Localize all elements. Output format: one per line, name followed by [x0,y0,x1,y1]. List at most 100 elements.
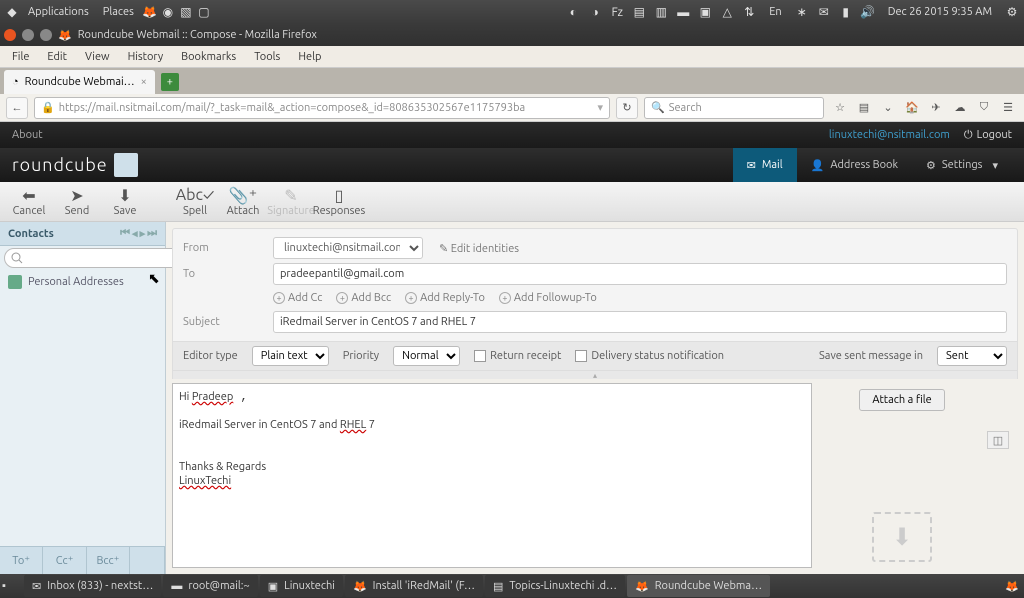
tray-icon[interactable]: △ [719,4,735,20]
collapse-handle[interactable]: ▴ [172,371,1018,379]
add-replyto-link[interactable]: +Add Reply-To [405,292,485,304]
window-close-button[interactable] [4,29,16,41]
menu-bookmarks[interactable]: Bookmarks [173,49,244,65]
contact-search-input[interactable] [4,248,183,268]
new-tab-button[interactable]: + [161,73,179,91]
reload-button[interactable]: ↻ [616,97,638,119]
chrome-tray-icon[interactable]: ◉ [160,4,176,20]
task-files[interactable]: ▣Linuxtechi [260,575,343,597]
save-button[interactable]: ⬇Save [102,184,148,219]
task-doc[interactable]: ▤Topics-Linuxtechi .d… [485,575,625,597]
places-menu[interactable]: Places [97,6,140,18]
first-page-icon[interactable]: ⏮ [120,227,130,240]
menu-file[interactable]: File [4,49,37,65]
dropdown-icon[interactable]: ▾ [597,101,603,114]
cancel-button[interactable]: ⬅Cancel [6,184,52,219]
add-cc-link[interactable]: +Add Cc [273,292,322,304]
window-maximize-button[interactable] [40,29,52,41]
window-minimize-button[interactable] [22,29,34,41]
editor-type-select[interactable]: Plain text [252,346,329,366]
menu-help[interactable]: Help [290,49,329,65]
tab-close-icon[interactable]: × [141,76,147,88]
add-to-button[interactable]: To⁺ [0,547,43,574]
workspace-icon[interactable]: 🦊 [1002,580,1022,593]
window-titlebar[interactable]: 🦊 Roundcube Webmail :: Compose - Mozilla… [0,24,1024,46]
dsn-checkbox[interactable] [575,350,587,362]
tray-icon[interactable]: ▥ [653,4,669,20]
terminal-icon: ▬ [171,580,182,592]
search-bar[interactable]: 🔍 Search [644,97,824,119]
ubuntu-icon[interactable]: ◆ [4,4,20,20]
send-icon[interactable]: ✈ [926,98,946,118]
return-receipt-checkbox[interactable] [474,350,486,362]
savein-select[interactable]: Sent [937,346,1007,366]
window-title: Roundcube Webmail :: Compose - Mozilla F… [78,29,317,41]
firefox-tray-icon[interactable]: 🦊 [142,4,158,20]
task-firefox2[interactable]: 🦊Roundcube Webma… [627,575,770,597]
keyboard-layout[interactable]: En [763,6,787,18]
drop-zone[interactable]: ⬇ [872,512,932,562]
signature-button[interactable]: ✎Signature [268,184,314,219]
about-link[interactable]: About [12,129,43,141]
filezilla-tray-icon[interactable]: Fz [609,4,625,20]
add-followup-link[interactable]: +Add Followup-To [499,292,597,304]
personal-addresses-item[interactable]: Personal Addresses [0,270,165,294]
subject-input[interactable] [273,311,1007,333]
menu-tools[interactable]: Tools [246,49,288,65]
terminal-tray-icon[interactable]: ▬ [675,4,691,20]
home-icon[interactable]: 🏠 [902,98,922,118]
add-bcc-button[interactable]: Bcc⁺ [87,547,130,574]
send-button[interactable]: ➤Send [54,184,100,219]
popout-icon[interactable]: ◫ [987,431,1009,449]
responses-button[interactable]: ▯Responses [316,184,362,219]
priority-select[interactable]: Normal [393,346,460,366]
app-tray-icon2[interactable]: ▢ [196,4,212,20]
message-body[interactable]: Hi Pradeep , iRedmail Server in CentOS 7… [172,383,812,568]
tray-icon[interactable]: ◑ [587,4,603,20]
menu-edit[interactable]: Edit [39,49,75,65]
battery-icon[interactable]: ▮ [838,4,854,20]
spell-button[interactable]: Abc✓Spell [172,184,218,219]
reading-list-icon[interactable]: ▤ [854,98,874,118]
edit-identities-link[interactable]: ✎ Edit identities [439,242,519,255]
tray-icon[interactable]: ◐ [565,4,581,20]
url-bar[interactable]: 🔒 https://mail.nsitmail.com/mail/?_task=… [34,97,610,119]
next-page-icon[interactable]: ▸ [140,227,146,240]
bookmark-star-icon[interactable]: ☆ [830,98,850,118]
task-thunderbird[interactable]: ✉Inbox (833) - nextst… [24,575,161,597]
task-firefox1[interactable]: 🦊Install 'iRedMail' (F… [345,575,483,597]
show-desktop-icon[interactable]: ▪ [2,580,22,592]
tray-icon[interactable]: ▤ [631,4,647,20]
last-page-icon[interactable]: ⏭ [147,227,157,240]
add-bcc-link[interactable]: +Add Bcc [336,292,391,304]
chat-icon[interactable]: ☁ [950,98,970,118]
power-icon[interactable]: ⚙ [1004,4,1020,20]
pocket-icon[interactable]: ⌄ [878,98,898,118]
from-select[interactable]: linuxtechi@nsitmail.com [273,237,423,259]
browser-tab[interactable]: ◔ Roundcube Webmai… × [4,70,155,94]
shield-icon[interactable]: ⛉ [974,98,994,118]
app-tray-icon[interactable]: ▧ [178,4,194,20]
menu-view[interactable]: View [77,49,118,65]
logout-link[interactable]: ⏻Logout [964,129,1012,142]
task-terminal[interactable]: ▬root@mail:~ [163,575,257,597]
nav-settings[interactable]: ⚙Settings▾ [912,148,1012,182]
to-input[interactable] [273,263,1007,285]
menu-history[interactable]: History [120,49,172,65]
attach-file-button[interactable]: Attach a file [859,389,944,411]
add-cc-button[interactable]: Cc⁺ [43,547,86,574]
nav-mail[interactable]: ✉Mail [733,148,797,182]
save-icon: ⬇ [118,186,131,204]
tray-icon[interactable]: ▣ [697,4,713,20]
hamburger-icon[interactable]: ☰ [998,98,1018,118]
volume-icon[interactable]: 🔊 [860,4,876,20]
prev-page-icon[interactable]: ◂ [132,227,138,240]
clock[interactable]: Dec 26 2015 9:35 AM [882,6,998,18]
nav-addressbook[interactable]: 👤Address Book [797,148,912,182]
bluetooth-icon[interactable]: ∗ [794,4,810,20]
attach-button[interactable]: 📎⁺Attach [220,184,266,219]
back-button[interactable]: ← [6,97,28,119]
applications-menu[interactable]: Applications [22,6,95,18]
mail-tray-icon[interactable]: ✉ [816,4,832,20]
network-icon[interactable]: ⇅ [741,4,757,20]
